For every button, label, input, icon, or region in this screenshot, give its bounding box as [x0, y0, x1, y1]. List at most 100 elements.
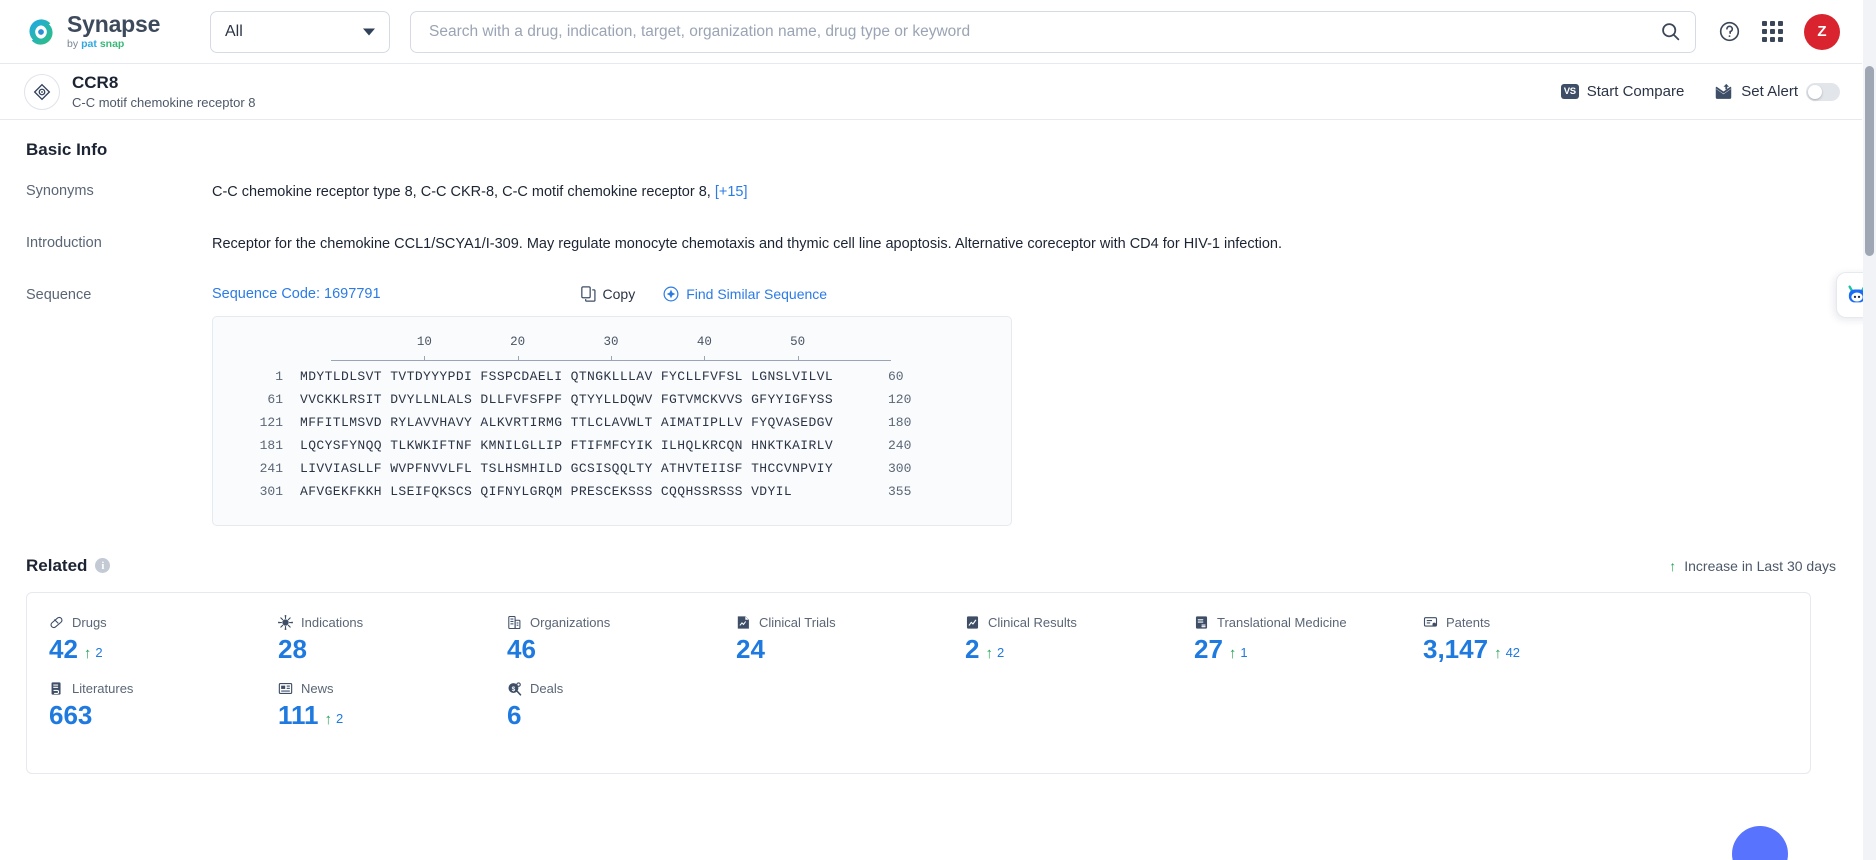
stat-value: 46 [507, 633, 536, 664]
sequence-toolbar: Sequence Code: 1697791 Copy Find Similar… [212, 286, 1012, 302]
up-arrow-icon: ↑ [985, 644, 993, 662]
stat-delta: ↑ 1 [1229, 644, 1248, 662]
pill-icon [49, 615, 64, 630]
sequence-residues[interactable]: LQCYSFYNQQ TLKWKIFTNF KMNILGLLIP FTIFMFC… [300, 434, 888, 457]
stat-value: 27 [1194, 633, 1223, 664]
search-scope-select[interactable]: All [210, 10, 390, 53]
sequence-start-index: 241 [259, 460, 283, 476]
stat-card-patents[interactable]: Patents 3,147 ↑ 42 [1401, 615, 1630, 667]
grid-cell [1770, 21, 1775, 26]
toggle-knob [1808, 84, 1822, 99]
stat-card-clinical-results[interactable]: Clinical Results 2 ↑ 2 [943, 615, 1172, 667]
synapse-logo[interactable]: Synapse by pat snap [24, 13, 192, 50]
stat-value-row: 27 ↑ 1 [1194, 632, 1401, 667]
sequence-residues[interactable]: LIVVIASLLF WVPFNVVLFL TSLHSMHILD GCSISQQ… [300, 457, 888, 480]
sequence-residues[interactable]: AFVGEKFKKH LSEIFQKSCS QIFNYLGRQM PRESCEK… [300, 480, 888, 503]
stat-value: 24 [736, 633, 765, 664]
start-compare-button[interactable]: VS Start Compare [1560, 83, 1684, 100]
related-header: Related i ↑ Increase in Last 30 days [26, 556, 1836, 576]
info-icon[interactable]: i [95, 558, 111, 573]
set-alert-toggle[interactable] [1806, 82, 1840, 101]
stat-value-row: 46 [507, 632, 714, 667]
target-crosshair-icon [33, 83, 51, 100]
stat-header: Patents [1423, 615, 1630, 630]
stat-card-deals[interactable]: $ Deals 6 [485, 681, 714, 733]
target-entity-icon [24, 73, 60, 110]
ruler-tick-label: 10 [416, 334, 432, 349]
set-alert-control[interactable]: Set Alert [1714, 82, 1840, 101]
sequence-code-link[interactable]: Sequence Code: 1697791 [212, 286, 381, 302]
page-title: CCR8 [72, 73, 119, 93]
news-icon [278, 681, 293, 696]
vs-icon: VS [1560, 84, 1579, 99]
increase-legend: ↑ Increase in Last 30 days [1669, 558, 1836, 574]
synonyms-row: Synonyms C-C chemokine receptor type 8, … [26, 182, 1836, 204]
synapse-logo-icon [29, 18, 53, 45]
sequence-line: 181 LQCYSFYNQQ TLKWKIFTNF KMNILGLLIP FTIF… [239, 434, 985, 457]
copy-sequence-button[interactable]: Copy [580, 286, 635, 302]
find-similar-sequence-button[interactable]: Find Similar Sequence [663, 286, 827, 302]
stat-card-drugs[interactable]: Drugs 42 ↑ 2 [27, 615, 256, 667]
sequence-start-index: 301 [259, 483, 283, 499]
stat-value-row: 663 [49, 698, 256, 733]
stat-header: Drugs [49, 615, 256, 630]
result-icon [965, 615, 980, 630]
sequence-end-index: 120 [888, 391, 912, 407]
stat-value: 663 [49, 699, 93, 730]
synonyms-value-wrap: C-C chemokine receptor type 8, C-C CKR-8… [212, 182, 748, 204]
related-title: Related [26, 555, 88, 575]
up-arrow-icon: ↑ [1494, 644, 1502, 662]
stat-value: 6 [507, 699, 522, 730]
scrollbar-thumb[interactable] [1865, 66, 1874, 256]
stat-card-indications[interactable]: Indications 28 [256, 614, 485, 667]
trial-icon [736, 615, 751, 630]
alert-envelope-icon [1715, 83, 1732, 99]
legend-label: Increase in Last 30 days [1684, 557, 1836, 574]
search-submit-button[interactable] [1655, 17, 1685, 47]
stat-delta: ↑ 2 [84, 644, 103, 662]
stat-delta-value: 2 [336, 711, 344, 727]
stat-card-translational-medicine[interactable]: Translational Medicine 27 ↑ 1 [1172, 615, 1401, 667]
synapse-app-window: Synapse by pat snap All Search with a dr… [0, 0, 1876, 860]
user-avatar[interactable]: Z [1804, 13, 1840, 50]
help-button[interactable] [1718, 20, 1741, 43]
sequence-block: Sequence Code: 1697791 Copy Find Similar… [212, 286, 1012, 526]
stat-header: Translational Medicine [1194, 615, 1401, 630]
apps-grid-button[interactable] [1762, 21, 1783, 42]
stat-label: Clinical Results [988, 614, 1077, 630]
sequence-end-index: 180 [888, 414, 912, 430]
grid-cell [1762, 37, 1767, 42]
basic-info-heading: Basic Info [26, 140, 108, 159]
synonyms-more-link[interactable]: [+15] [715, 184, 748, 200]
sequence-lines: 1 MDYTLDLSVT TVTDYYYPDI FSSPCDAELI QTNGKL… [239, 365, 985, 503]
stat-value-row: 3,147 ↑ 42 [1423, 632, 1630, 667]
sequence-label: Sequence [26, 286, 92, 303]
stat-header: Clinical Trials [736, 615, 943, 630]
sequence-ruler: 10 20 30 40 50 [331, 335, 891, 365]
grid-cell [1778, 29, 1783, 34]
stat-label: Drugs [72, 614, 107, 630]
related-stats-card: Drugs 42 ↑ 2 Indications 28 Organizations 46 Cli… [26, 591, 1811, 774]
stat-label: Translational Medicine [1217, 614, 1347, 630]
sequence-residues[interactable]: MFFITLMSVD RYLAVVHAVY ALKVRTIRMG TTLCLAV… [300, 411, 888, 434]
top-navigation-bar: Synapse by pat snap All Search with a dr… [0, 0, 1862, 64]
introduction-value: Receptor for the chemokine CCL1/SCYA1/I-… [212, 235, 1283, 252]
up-arrow-icon: ↑ [324, 710, 333, 728]
find-similar-label: Find Similar Sequence [686, 285, 828, 302]
stat-value-row: 6 [507, 698, 714, 733]
stat-card-organizations[interactable]: Organizations 46 [485, 615, 714, 667]
chevron-down-icon [363, 28, 375, 35]
logo-byline: by pat snap [67, 39, 160, 50]
stat-card-news[interactable]: News 111 ↑ 2 [256, 681, 485, 733]
stat-delta-value: 1 [1240, 645, 1248, 661]
top-bar-actions: Z [1718, 13, 1840, 50]
sequence-residues[interactable]: VVCKKLRSIT DVYLLNLALS DLLFVFSFPF QTYYLLD… [300, 388, 888, 411]
ruler-tick-mark [797, 355, 799, 361]
sequence-residues[interactable]: MDYTLDLSVT TVTDYYYPDI FSSPCDAELI QTNGKLL… [300, 365, 888, 388]
stat-value: 42 [49, 633, 78, 664]
stat-value-row: 42 ↑ 2 [49, 632, 256, 667]
stat-value-row: 28 [278, 632, 485, 667]
search-input[interactable] [411, 11, 1695, 52]
stat-card-literatures[interactable]: Literatures 663 [27, 681, 256, 733]
stat-card-clinical-trials[interactable]: Clinical Trials 24 [714, 615, 943, 667]
